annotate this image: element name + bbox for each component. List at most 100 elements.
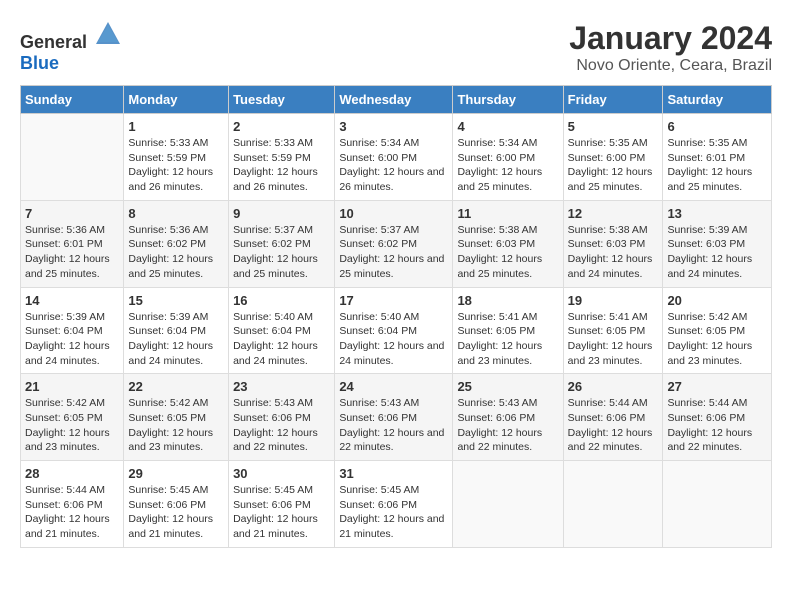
header-thursday: Thursday: [453, 86, 563, 114]
calendar-cell: [21, 114, 124, 201]
day-number: 20: [667, 293, 767, 308]
day-info: Sunrise: 5:42 AMSunset: 6:05 PMDaylight:…: [667, 310, 767, 369]
day-number: 25: [457, 379, 558, 394]
header-saturday: Saturday: [663, 86, 772, 114]
day-number: 28: [25, 466, 119, 481]
calendar-cell: 19 Sunrise: 5:41 AMSunset: 6:05 PMDaylig…: [563, 287, 663, 374]
calendar-cell: 22 Sunrise: 5:42 AMSunset: 6:05 PMDaylig…: [124, 374, 229, 461]
header-monday: Monday: [124, 86, 229, 114]
calendar-cell: 12 Sunrise: 5:38 AMSunset: 6:03 PMDaylig…: [563, 200, 663, 287]
day-number: 19: [568, 293, 659, 308]
day-number: 2: [233, 119, 330, 134]
day-number: 10: [339, 206, 448, 221]
day-number: 27: [667, 379, 767, 394]
day-number: 4: [457, 119, 558, 134]
day-info: Sunrise: 5:33 AMSunset: 5:59 PMDaylight:…: [128, 136, 224, 195]
calendar-cell: 2 Sunrise: 5:33 AMSunset: 5:59 PMDayligh…: [229, 114, 335, 201]
day-info: Sunrise: 5:39 AMSunset: 6:03 PMDaylight:…: [667, 223, 767, 282]
week-row-1: 7 Sunrise: 5:36 AMSunset: 6:01 PMDayligh…: [21, 200, 772, 287]
calendar-cell: 27 Sunrise: 5:44 AMSunset: 6:06 PMDaylig…: [663, 374, 772, 461]
calendar-table: SundayMondayTuesdayWednesdayThursdayFrid…: [20, 85, 772, 548]
calendar-cell: 9 Sunrise: 5:37 AMSunset: 6:02 PMDayligh…: [229, 200, 335, 287]
day-info: Sunrise: 5:42 AMSunset: 6:05 PMDaylight:…: [25, 396, 119, 455]
calendar-cell: 31 Sunrise: 5:45 AMSunset: 6:06 PMDaylig…: [335, 461, 453, 548]
day-info: Sunrise: 5:41 AMSunset: 6:05 PMDaylight:…: [568, 310, 659, 369]
day-info: Sunrise: 5:37 AMSunset: 6:02 PMDaylight:…: [233, 223, 330, 282]
day-info: Sunrise: 5:36 AMSunset: 6:01 PMDaylight:…: [25, 223, 119, 282]
logo-blue: Blue: [20, 53, 59, 73]
day-info: Sunrise: 5:33 AMSunset: 5:59 PMDaylight:…: [233, 136, 330, 195]
calendar-cell: 4 Sunrise: 5:34 AMSunset: 6:00 PMDayligh…: [453, 114, 563, 201]
calendar-cell: 14 Sunrise: 5:39 AMSunset: 6:04 PMDaylig…: [21, 287, 124, 374]
day-info: Sunrise: 5:35 AMSunset: 6:01 PMDaylight:…: [667, 136, 767, 195]
header: General Blue January 2024 Novo Oriente, …: [20, 20, 772, 75]
day-info: Sunrise: 5:43 AMSunset: 6:06 PMDaylight:…: [233, 396, 330, 455]
calendar-cell: 23 Sunrise: 5:43 AMSunset: 6:06 PMDaylig…: [229, 374, 335, 461]
subtitle: Novo Oriente, Ceara, Brazil: [569, 57, 772, 75]
week-row-2: 14 Sunrise: 5:39 AMSunset: 6:04 PMDaylig…: [21, 287, 772, 374]
calendar-cell: 17 Sunrise: 5:40 AMSunset: 6:04 PMDaylig…: [335, 287, 453, 374]
week-row-3: 21 Sunrise: 5:42 AMSunset: 6:05 PMDaylig…: [21, 374, 772, 461]
day-number: 14: [25, 293, 119, 308]
day-info: Sunrise: 5:44 AMSunset: 6:06 PMDaylight:…: [25, 483, 119, 542]
day-info: Sunrise: 5:43 AMSunset: 6:06 PMDaylight:…: [457, 396, 558, 455]
logo-text: General Blue: [20, 20, 122, 74]
calendar-cell: 10 Sunrise: 5:37 AMSunset: 6:02 PMDaylig…: [335, 200, 453, 287]
calendar-cell: 11 Sunrise: 5:38 AMSunset: 6:03 PMDaylig…: [453, 200, 563, 287]
day-info: Sunrise: 5:34 AMSunset: 6:00 PMDaylight:…: [339, 136, 448, 195]
day-info: Sunrise: 5:38 AMSunset: 6:03 PMDaylight:…: [568, 223, 659, 282]
calendar-cell: 26 Sunrise: 5:44 AMSunset: 6:06 PMDaylig…: [563, 374, 663, 461]
day-number: 16: [233, 293, 330, 308]
day-number: 12: [568, 206, 659, 221]
week-row-4: 28 Sunrise: 5:44 AMSunset: 6:06 PMDaylig…: [21, 461, 772, 548]
day-info: Sunrise: 5:41 AMSunset: 6:05 PMDaylight:…: [457, 310, 558, 369]
day-number: 18: [457, 293, 558, 308]
day-number: 21: [25, 379, 119, 394]
day-number: 5: [568, 119, 659, 134]
day-info: Sunrise: 5:45 AMSunset: 6:06 PMDaylight:…: [339, 483, 448, 542]
day-number: 8: [128, 206, 224, 221]
header-tuesday: Tuesday: [229, 86, 335, 114]
day-info: Sunrise: 5:40 AMSunset: 6:04 PMDaylight:…: [339, 310, 448, 369]
day-number: 29: [128, 466, 224, 481]
day-info: Sunrise: 5:35 AMSunset: 6:00 PMDaylight:…: [568, 136, 659, 195]
calendar-cell: 3 Sunrise: 5:34 AMSunset: 6:00 PMDayligh…: [335, 114, 453, 201]
day-number: 24: [339, 379, 448, 394]
calendar-header-row: SundayMondayTuesdayWednesdayThursdayFrid…: [21, 86, 772, 114]
day-number: 6: [667, 119, 767, 134]
day-number: 31: [339, 466, 448, 481]
day-number: 23: [233, 379, 330, 394]
day-number: 30: [233, 466, 330, 481]
day-info: Sunrise: 5:39 AMSunset: 6:04 PMDaylight:…: [128, 310, 224, 369]
day-number: 3: [339, 119, 448, 134]
day-info: Sunrise: 5:44 AMSunset: 6:06 PMDaylight:…: [667, 396, 767, 455]
calendar-cell: 18 Sunrise: 5:41 AMSunset: 6:05 PMDaylig…: [453, 287, 563, 374]
day-number: 1: [128, 119, 224, 134]
day-info: Sunrise: 5:42 AMSunset: 6:05 PMDaylight:…: [128, 396, 224, 455]
calendar-cell: 1 Sunrise: 5:33 AMSunset: 5:59 PMDayligh…: [124, 114, 229, 201]
calendar-cell: [453, 461, 563, 548]
header-friday: Friday: [563, 86, 663, 114]
calendar-cell: 5 Sunrise: 5:35 AMSunset: 6:00 PMDayligh…: [563, 114, 663, 201]
calendar-cell: 28 Sunrise: 5:44 AMSunset: 6:06 PMDaylig…: [21, 461, 124, 548]
calendar-cell: [563, 461, 663, 548]
day-info: Sunrise: 5:34 AMSunset: 6:00 PMDaylight:…: [457, 136, 558, 195]
calendar-cell: 6 Sunrise: 5:35 AMSunset: 6:01 PMDayligh…: [663, 114, 772, 201]
day-info: Sunrise: 5:45 AMSunset: 6:06 PMDaylight:…: [128, 483, 224, 542]
calendar-cell: 8 Sunrise: 5:36 AMSunset: 6:02 PMDayligh…: [124, 200, 229, 287]
calendar-cell: 30 Sunrise: 5:45 AMSunset: 6:06 PMDaylig…: [229, 461, 335, 548]
day-number: 9: [233, 206, 330, 221]
day-number: 17: [339, 293, 448, 308]
day-info: Sunrise: 5:36 AMSunset: 6:02 PMDaylight:…: [128, 223, 224, 282]
logo-general: General: [20, 32, 87, 52]
calendar-cell: [663, 461, 772, 548]
day-info: Sunrise: 5:38 AMSunset: 6:03 PMDaylight:…: [457, 223, 558, 282]
calendar-cell: 24 Sunrise: 5:43 AMSunset: 6:06 PMDaylig…: [335, 374, 453, 461]
day-info: Sunrise: 5:39 AMSunset: 6:04 PMDaylight:…: [25, 310, 119, 369]
header-wednesday: Wednesday: [335, 86, 453, 114]
week-row-0: 1 Sunrise: 5:33 AMSunset: 5:59 PMDayligh…: [21, 114, 772, 201]
calendar-cell: 15 Sunrise: 5:39 AMSunset: 6:04 PMDaylig…: [124, 287, 229, 374]
day-info: Sunrise: 5:37 AMSunset: 6:02 PMDaylight:…: [339, 223, 448, 282]
day-number: 22: [128, 379, 224, 394]
day-info: Sunrise: 5:40 AMSunset: 6:04 PMDaylight:…: [233, 310, 330, 369]
